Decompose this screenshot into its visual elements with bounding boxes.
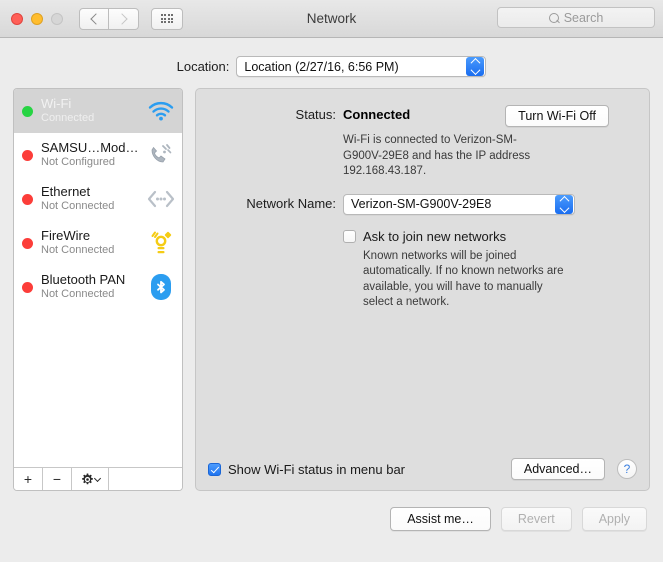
interface-status: Not Connected [41,200,115,213]
interface-status: Connected [41,112,95,125]
sidebar-item-wifi[interactable]: Wi-Fi Connected [14,89,182,133]
sidebar-toolbar: + − [14,467,182,490]
search-icon [548,12,559,23]
interface-name: SAMSU…Modem [41,141,143,156]
ethernet-icon [146,184,176,214]
wifi-icon [146,96,176,126]
ask-to-join-label: Ask to join new networks [363,228,507,244]
sidebar-item-firewire[interactable]: FireWire Not Connected [14,221,182,265]
status-value: Connected [343,107,411,122]
status-label: Status: [295,107,336,122]
network-name-label: Network Name: [246,195,336,211]
remove-interface-button[interactable]: − [43,468,72,490]
ask-to-join-description: Known networks will be joined automatica… [363,249,564,309]
interface-actions-button[interactable] [72,468,109,490]
sidebar-item-bluetooth-pan[interactable]: Bluetooth PAN Not Connected [14,265,182,309]
search-field[interactable]: Search [497,7,655,28]
status-row: Status: Connected Turn Wi-Fi Off Wi-Fi i… [196,105,649,180]
window-titlebar: Network Search [0,0,663,38]
show-status-checkbox-row[interactable]: Show Wi-Fi status in menu bar [208,462,405,477]
revert-button: Revert [500,507,572,531]
location-row: Location: Location (2/27/16, 6:56 PM) [0,56,663,77]
traffic-lights [11,12,63,25]
back-button[interactable] [79,7,109,30]
status-dot-red [22,149,33,161]
network-name-popup-button[interactable]: Verizon-SM-G900V-29E8 [343,193,575,215]
interface-list: Wi-Fi Connected SAMSU…Modem Not Configur… [14,89,182,467]
window-footer: Assist me… Revert Apply [0,491,663,531]
forward-button [109,7,139,30]
location-stepper-icon [466,57,485,76]
chevron-right-icon [116,12,128,25]
content-area: Wi-Fi Connected SAMSU…Modem Not Configur… [13,88,650,491]
ask-to-join-checkbox[interactable] [343,229,356,243]
search-placeholder: Search [563,10,604,25]
status-dot-red [22,281,33,293]
interface-status: Not Connected [41,288,115,301]
status-dot-red [22,237,33,249]
navigation-buttons [79,7,139,30]
grid-icon [160,13,174,24]
interface-name: FireWire [41,229,91,244]
location-label: Location: [176,59,230,74]
zoom-button [51,12,63,25]
interface-sidebar: Wi-Fi Connected SAMSU…Modem Not Configur… [13,88,183,491]
interface-name: Bluetooth PAN [41,273,126,288]
sidebar-item-modem[interactable]: SAMSU…Modem Not Configured [14,133,182,177]
minimize-button[interactable] [31,12,43,25]
ask-to-join-checkbox-row[interactable]: Ask to join new networks [343,229,649,244]
location-popup-button[interactable]: Location (2/27/16, 6:56 PM) [236,56,487,77]
network-name-row: Network Name: Verizon-SM-G900V-29E8 [196,193,649,215]
advanced-button[interactable]: Advanced… [510,458,605,480]
help-button[interactable]: ? [617,459,637,479]
sidebar-toolbar-filler [109,468,182,490]
sidebar-item-ethernet[interactable]: Ethernet Not Connected [14,177,182,221]
status-dot-green [22,105,33,117]
panel-footer: Show Wi-Fi status in menu bar Advanced… … [196,458,649,480]
status-description: Wi-Fi is connected to Verizon-SM-G900V-2… [343,134,531,178]
close-button[interactable] [11,12,23,25]
gear-icon [81,473,93,484]
assist-me-button[interactable]: Assist me… [390,507,491,531]
interface-name: Ethernet [41,185,91,200]
add-interface-button[interactable]: + [14,468,43,490]
turn-wifi-off-button[interactable]: Turn Wi-Fi Off [505,105,609,127]
show-all-button[interactable] [151,7,183,30]
show-status-label: Show Wi-Fi status in menu bar [228,461,406,477]
interface-status: Not Configured [41,156,115,169]
status-dot-red [22,193,33,205]
location-value: Location (2/27/16, 6:56 PM) [244,59,399,74]
interface-status: Not Connected [41,244,115,257]
network-name-value: Verizon-SM-G900V-29E8 [351,197,492,212]
bluetooth-icon [146,272,176,302]
chevron-left-icon [89,12,102,25]
wifi-settings-panel: Status: Connected Turn Wi-Fi Off Wi-Fi i… [195,88,650,491]
ask-join-row: Ask to join new networks Known networks … [196,229,649,311]
firewire-icon [146,228,176,258]
modem-icon [146,140,176,170]
network-name-stepper-icon [555,194,573,214]
chevron-down-icon [93,474,101,482]
interface-name: Wi-Fi [41,97,72,112]
apply-button: Apply [581,507,647,531]
show-status-checkbox[interactable] [208,463,221,476]
